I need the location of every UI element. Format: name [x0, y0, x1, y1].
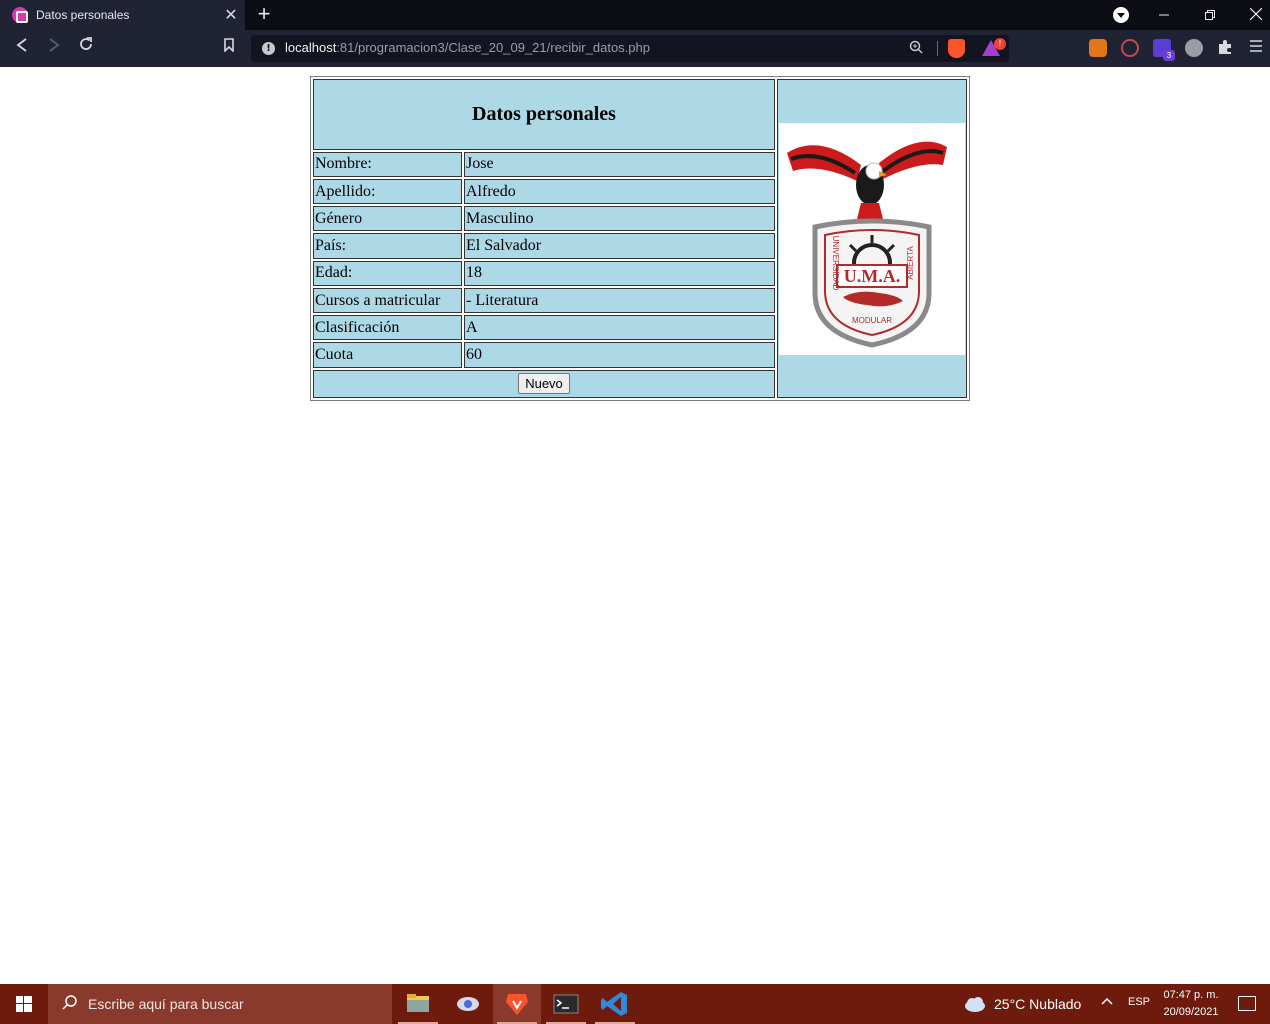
taskbar-search[interactable]: Escribe aquí para buscar: [48, 984, 392, 1024]
clock[interactable]: 07:47 p. m. 20/09/2021: [1158, 987, 1224, 1021]
search-icon: [62, 994, 82, 1014]
terminal-app[interactable]: [542, 984, 590, 1024]
vscode-icon: [601, 992, 627, 1016]
back-icon: [16, 38, 27, 52]
row-label: País:: [313, 233, 462, 259]
brave-icon: [506, 994, 528, 1015]
reload-button[interactable]: [73, 36, 99, 60]
address-divider: [937, 41, 938, 56]
tab-favicon-icon: [12, 7, 28, 23]
logo-text-modular: MODULAR: [852, 316, 892, 325]
bookmark-icon: [224, 38, 234, 53]
metamask-icon[interactable]: [1089, 39, 1107, 57]
close-icon: [1249, 7, 1263, 21]
notification-icon[interactable]: [1238, 996, 1256, 1011]
university-logo: U.M.A. UNIVERSIDAD ABIERTA MODULAR: [779, 122, 965, 355]
logo-text-universidad: UNIVERSIDAD: [831, 235, 840, 290]
forward-button[interactable]: [41, 36, 67, 60]
logo-cell: U.M.A. UNIVERSIDAD ABIERTA MODULAR: [777, 79, 967, 398]
sound-extension-icon[interactable]: [1121, 39, 1139, 57]
puzzle-icon[interactable]: [1217, 39, 1235, 57]
row-label: Clasificación: [313, 315, 462, 341]
bird-app-icon: [457, 997, 479, 1011]
brave-browser-app[interactable]: [493, 984, 541, 1024]
row-value: Masculino: [464, 206, 775, 232]
terminal-icon: [553, 994, 579, 1014]
reload-icon: [80, 37, 92, 50]
row-value: Jose: [464, 151, 775, 177]
logo-text-uma: U.M.A.: [844, 266, 901, 286]
url-path: :81/programacion3/Clase_20_09_21/recibir…: [336, 40, 650, 55]
row-label: Cursos a matricular: [313, 287, 462, 314]
windows-icon: [16, 996, 32, 1012]
restore-button[interactable]: [1187, 0, 1233, 30]
close-window-button[interactable]: [1233, 0, 1270, 30]
browser-toolbar: ! localhost:81/programacion3/Clase_20_09…: [0, 30, 1270, 67]
language-indicator[interactable]: ESP: [1128, 996, 1150, 1008]
nuevo-button[interactable]: Nuevo: [518, 373, 570, 395]
tab-title: Datos personales: [36, 8, 130, 22]
brave-shields-icon[interactable]: [948, 39, 965, 58]
address-bar[interactable]: ! localhost:81/programacion3/Clase_20_09…: [251, 35, 1009, 62]
menu-icon[interactable]: [1250, 39, 1264, 57]
back-button[interactable]: [9, 36, 35, 60]
row-label: Apellido:: [313, 178, 462, 205]
personal-data-table: Datos personales U.M.A. UNIVERSIDAD ABIE…: [310, 76, 970, 401]
row-value: 60: [464, 342, 775, 368]
tab-search-dropdown-icon[interactable]: [1113, 7, 1129, 23]
zoom-icon[interactable]: [909, 40, 923, 57]
row-value: 18: [464, 260, 775, 286]
row-value: El Salvador: [464, 233, 775, 259]
bookmark-button[interactable]: [216, 36, 242, 60]
restore-icon: [1205, 10, 1215, 20]
row-value: Alfredo: [464, 178, 775, 205]
clock-time: 07:47 p. m.: [1163, 989, 1219, 1001]
tab-close-icon[interactable]: ✕: [221, 5, 241, 25]
file-explorer-app[interactable]: [394, 984, 442, 1024]
button-cell: Nuevo: [313, 369, 775, 398]
row-label: Género: [313, 206, 462, 232]
browser-tab[interactable]: Datos personales ✕: [0, 0, 245, 30]
vscode-app[interactable]: [591, 984, 639, 1024]
cloud-icon[interactable]: [963, 995, 987, 1018]
row-value: - Literatura: [464, 287, 775, 314]
row-value: A: [464, 315, 775, 341]
clock-date: 20/09/2021: [1163, 1006, 1219, 1018]
start-button[interactable]: [0, 984, 48, 1024]
windows-taskbar: Escribe aquí para buscar 25°C Nublado ES…: [0, 984, 1270, 1024]
minimize-icon: [1159, 14, 1169, 16]
row-label: Cuota: [313, 342, 462, 368]
row-label: Edad:: [313, 260, 462, 286]
app-icon-bird[interactable]: [444, 984, 492, 1024]
rewards-badge: !: [994, 38, 1006, 50]
folder-icon: [407, 994, 429, 1012]
weather-text[interactable]: 25°C Nublado: [994, 996, 1081, 1012]
forward-icon: [49, 38, 60, 52]
ip-extension-icon[interactable]: [1185, 39, 1203, 57]
logo-text-abierta: ABIERTA: [906, 245, 915, 279]
url-host: localhost: [285, 40, 337, 55]
tray-expand-icon[interactable]: [1100, 994, 1114, 1011]
uma-logo-image: U.M.A. UNIVERSIDAD ABIERTA MODULAR: [787, 141, 947, 348]
new-tab-button[interactable]: +: [252, 2, 276, 26]
table-title: Datos personales: [313, 79, 775, 150]
browser-titlebar: Datos personales ✕ +: [0, 0, 1270, 30]
url-text[interactable]: localhost:81/programacion3/Clase_20_09_2…: [285, 40, 650, 55]
minimize-button[interactable]: [1141, 0, 1187, 30]
extension-badge: 3: [1163, 50, 1175, 61]
info-icon[interactable]: !: [262, 42, 275, 55]
search-placeholder: Escribe aquí para buscar: [88, 996, 244, 1012]
row-label: Nombre:: [313, 151, 462, 177]
